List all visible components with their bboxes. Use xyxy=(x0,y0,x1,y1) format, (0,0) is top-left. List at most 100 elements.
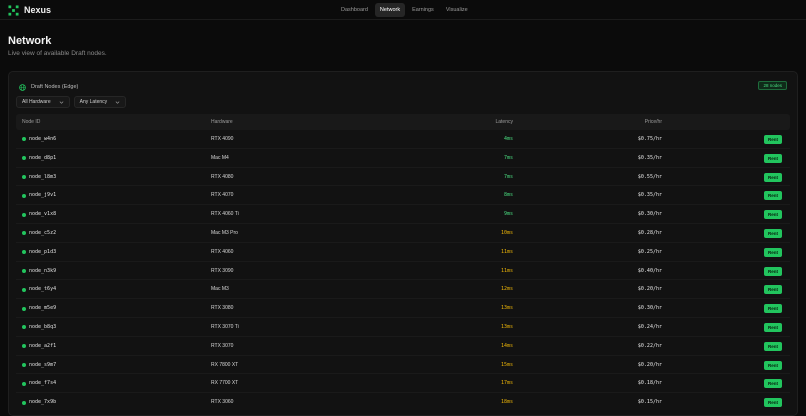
column-header-latency[interactable]: Latency xyxy=(495,114,513,130)
latency-cell: 7ms xyxy=(503,173,513,180)
node-count-badge: 28 nodes xyxy=(758,81,787,90)
page-title: Network xyxy=(8,35,52,47)
hardware-cell: RTX 3090 xyxy=(211,267,234,274)
brand[interactable]: Nexus xyxy=(8,3,51,17)
brand-name: Nexus xyxy=(24,5,52,15)
price-cell: $0.20/hr xyxy=(637,286,662,293)
hardware-filter-value: All Hardware xyxy=(22,99,51,105)
node-id: node_j9v1 xyxy=(29,192,57,199)
column-header-hardware[interactable]: Hardware xyxy=(211,114,233,130)
node-id: node_v1x8 xyxy=(29,211,57,218)
price-cell: $0.20/hr xyxy=(637,361,662,368)
latency-cell: 4ms xyxy=(503,136,513,142)
table-body: node_w4n6 RTX 4090 4ms $0.75/hr Rent nod… xyxy=(16,130,790,412)
rent-button[interactable]: Rent xyxy=(764,172,782,182)
hardware-cell: RTX 4060 Ti xyxy=(211,211,239,218)
hardware-cell: RTX 3070 Ti xyxy=(211,323,239,330)
table-row: node_l8m3 RTX 4080 7ms $0.55/hr Rent xyxy=(16,168,790,187)
node-id-cell: node_l8m3 xyxy=(22,168,56,187)
online-status-dot xyxy=(22,231,26,236)
rent-button[interactable]: Rent xyxy=(764,266,782,276)
hardware-cell: RTX 3060 xyxy=(211,399,234,406)
latency-cell: 9ms xyxy=(503,211,513,218)
nav-tab-network[interactable]: Network xyxy=(374,3,406,17)
rent-button[interactable]: Rent xyxy=(764,210,782,220)
latency-filter-select[interactable]: Any Latency xyxy=(73,96,127,108)
price-cell: $0.22/hr xyxy=(637,342,662,349)
rent-button[interactable]: Rent xyxy=(764,228,782,238)
online-status-dot xyxy=(22,381,26,386)
table-row: node_s9m7 RX 7800 XT 15ms $0.20/hr Rent xyxy=(16,356,790,375)
table-row: node_d8p1 Mac M4 7ms $0.35/hr Rent xyxy=(16,149,790,168)
table-row: node_m5e9 RTX 3080 13ms $0.30/hr Rent xyxy=(16,299,790,318)
table-row: node_c5z2 Mac M3 Pro 10ms $0.28/hr Rent xyxy=(16,224,790,243)
card-header: Draft Nodes (Edge) xyxy=(19,82,78,92)
price-cell: $0.18/hr xyxy=(637,380,662,387)
hardware-cell: RTX 3070 xyxy=(211,342,234,349)
rent-button[interactable]: Rent xyxy=(764,247,782,257)
online-status-dot xyxy=(22,193,26,198)
rent-button[interactable]: Rent xyxy=(764,153,782,163)
rent-button[interactable]: Rent xyxy=(764,135,782,144)
table-row: node_n3k9 RTX 3090 11ms $0.40/hr Rent xyxy=(16,262,790,281)
price-cell: $0.75/hr xyxy=(637,136,662,142)
nav-tab-dashboard[interactable]: Dashboard xyxy=(336,3,373,17)
latency-cell: 13ms xyxy=(500,305,513,312)
node-id: node_w4n6 xyxy=(29,136,57,142)
online-status-dot xyxy=(22,250,26,255)
hardware-cell: RTX 4090 xyxy=(211,136,234,142)
table-row: node_a2f1 RTX 3070 14ms $0.22/hr Rent xyxy=(16,337,790,356)
column-header-price[interactable]: Price/hr xyxy=(645,114,662,130)
hardware-cell: RTX 3080 xyxy=(211,305,234,312)
online-status-dot xyxy=(22,287,26,292)
nav-tab-earnings[interactable]: Earnings xyxy=(407,3,439,17)
online-status-dot xyxy=(22,156,26,161)
node-id-cell: node_a2f1 xyxy=(22,337,56,356)
price-cell: $0.25/hr xyxy=(637,248,662,255)
rent-button[interactable]: Rent xyxy=(764,304,782,314)
node-id-cell: node_m5e9 xyxy=(22,299,56,318)
rent-button[interactable]: Rent xyxy=(764,285,782,295)
nav-tab-visualize[interactable]: Visualize xyxy=(441,3,473,17)
hardware-filter-select[interactable]: All Hardware xyxy=(16,96,70,108)
latency-cell: 18ms xyxy=(500,399,513,406)
price-cell: $0.30/hr xyxy=(637,211,662,218)
rent-button[interactable]: Rent xyxy=(764,379,782,389)
top-bar: Nexus Dashboard Network Earnings Visuali… xyxy=(0,0,806,20)
column-header-node-id[interactable]: Node ID xyxy=(22,114,40,130)
node-id: node_p1d3 xyxy=(29,248,57,255)
table-header: Node ID Hardware Latency Price/hr xyxy=(16,114,790,130)
latency-cell: 17ms xyxy=(500,380,513,387)
hardware-cell: RX 7800 XT xyxy=(211,361,239,368)
node-id-cell: node_c5z2 xyxy=(22,224,56,243)
online-status-dot xyxy=(22,362,26,367)
chevron-down-icon xyxy=(115,100,120,105)
node-id: node_7x9b xyxy=(29,399,57,406)
price-cell: $0.15/hr xyxy=(637,399,662,406)
latency-cell: 12ms xyxy=(500,286,513,293)
node-id: node_t6y4 xyxy=(29,286,57,293)
online-status-dot xyxy=(22,400,26,405)
main-nav: Dashboard Network Earnings Visualize xyxy=(336,3,473,17)
table-row: node_j9v1 RTX 4070 8ms $0.35/hr Rent xyxy=(16,186,790,206)
globe-icon xyxy=(19,83,26,91)
node-id-cell: node_s9m7 xyxy=(22,356,56,375)
rent-button[interactable]: Rent xyxy=(764,341,782,351)
online-status-dot xyxy=(22,212,26,217)
card-title: Draft Nodes (Edge) xyxy=(31,84,79,90)
nexus-logo-icon xyxy=(8,4,19,16)
node-id: node_l8m3 xyxy=(29,173,57,180)
online-status-dot xyxy=(22,174,26,179)
node-id-cell: node_j9v1 xyxy=(22,186,56,205)
latency-cell: 7ms xyxy=(503,154,513,161)
rent-button[interactable]: Rent xyxy=(764,398,782,408)
latency-cell: 8ms xyxy=(503,192,513,199)
rent-button[interactable]: Rent xyxy=(764,360,782,370)
rent-button[interactable]: Rent xyxy=(764,191,782,201)
online-status-dot xyxy=(22,137,26,142)
rent-button[interactable]: Rent xyxy=(764,322,782,332)
node-id-cell: node_n3k9 xyxy=(22,262,56,281)
online-status-dot xyxy=(22,306,26,311)
hardware-cell: RTX 4080 xyxy=(211,173,234,180)
table-row: node_w4n6 RTX 4090 4ms $0.75/hr Rent xyxy=(16,130,790,149)
